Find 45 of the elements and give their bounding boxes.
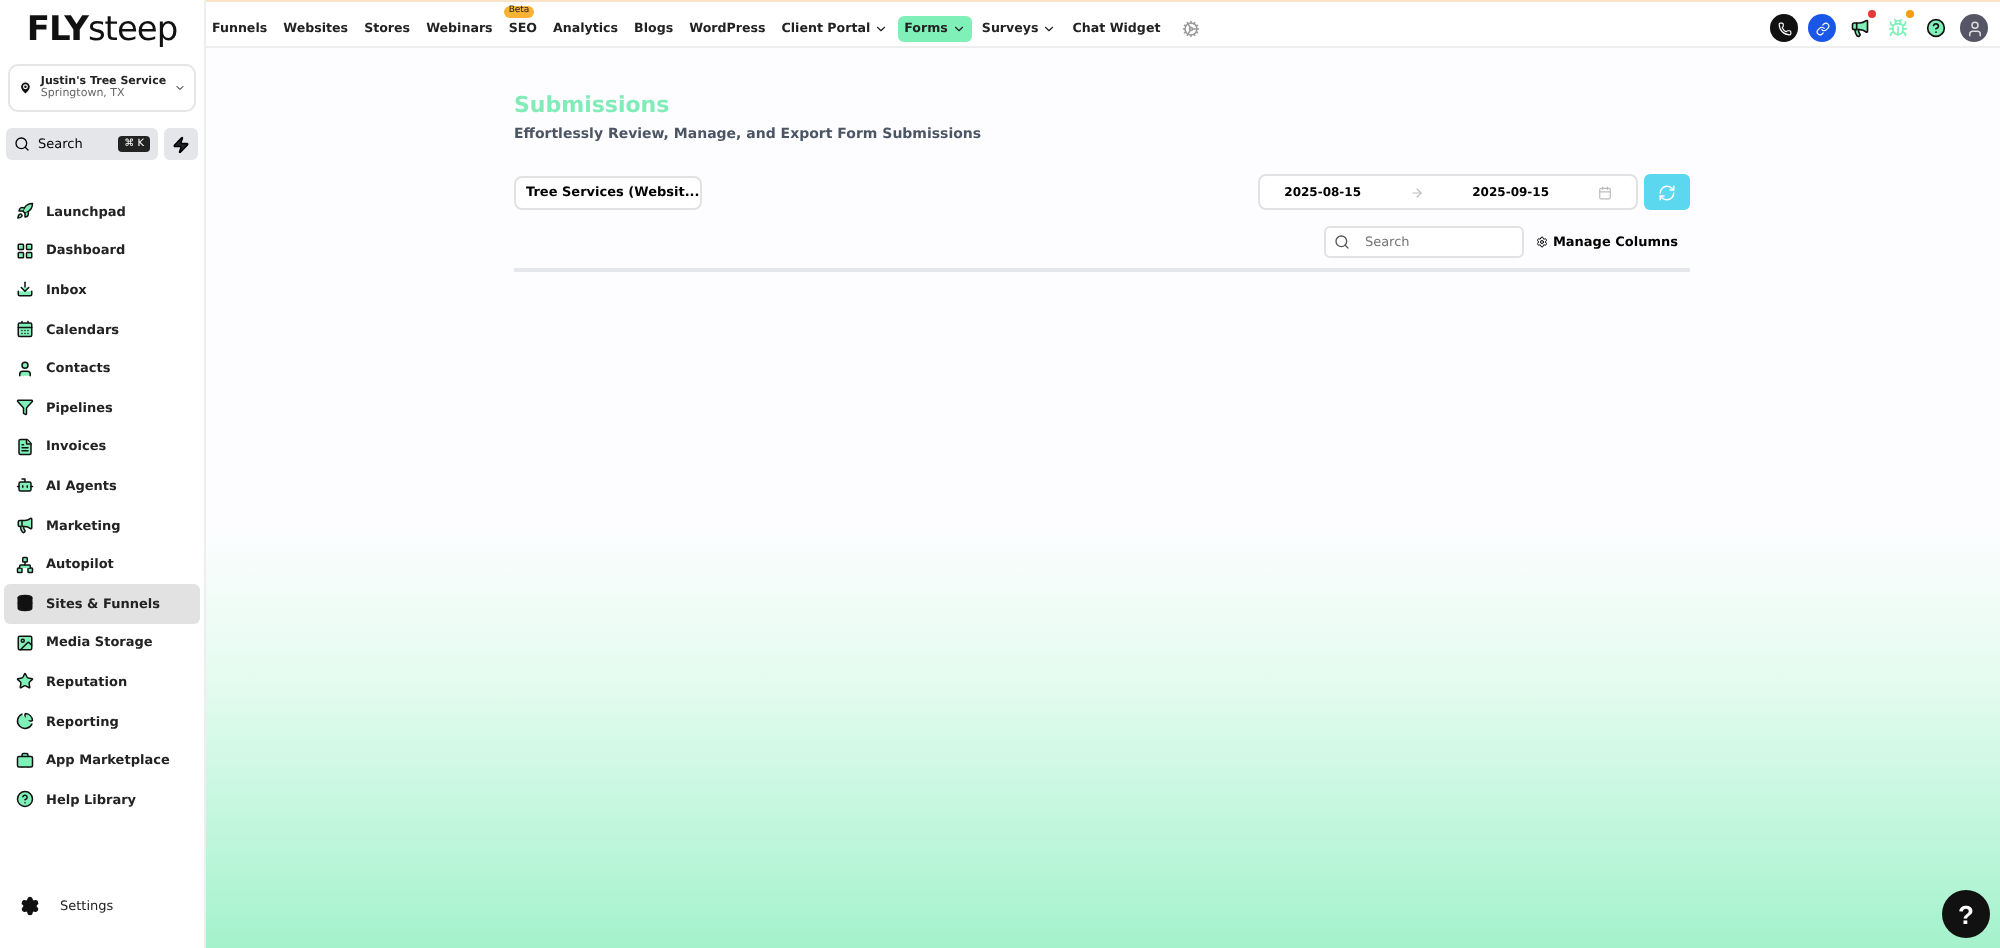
logo: FLYsteep xyxy=(24,8,180,48)
briefcase-icon xyxy=(16,751,34,770)
lightning-icon xyxy=(172,135,190,153)
rocket-icon xyxy=(16,202,34,221)
quick-action-button[interactable] xyxy=(164,128,198,160)
settings-icon xyxy=(1536,236,1549,248)
funnel-icon xyxy=(16,398,34,417)
avatar[interactable] xyxy=(1960,14,1988,42)
link-button[interactable] xyxy=(1808,14,1836,42)
image-icon xyxy=(16,633,34,652)
chevron-down-icon xyxy=(1042,21,1057,35)
search-icon xyxy=(14,136,30,152)
chevron-down-icon xyxy=(874,21,889,35)
link-icon xyxy=(1815,21,1829,35)
calendar-icon xyxy=(16,320,34,339)
document-icon xyxy=(16,437,34,456)
refresh-icon xyxy=(1658,183,1676,201)
network-icon xyxy=(16,555,34,574)
chevron-down-icon xyxy=(174,80,186,96)
chevron-down-icon xyxy=(951,21,966,35)
notification-dot xyxy=(1906,10,1914,18)
megaphone-icon xyxy=(1850,18,1870,38)
help-icon xyxy=(16,790,34,809)
notification-dot xyxy=(1868,10,1876,18)
download-icon xyxy=(16,280,34,299)
user-icon xyxy=(16,359,34,378)
map-pin-icon xyxy=(18,78,33,98)
help-button[interactable] xyxy=(1922,14,1950,42)
help-icon xyxy=(1926,18,1946,38)
settings-icon xyxy=(20,896,40,916)
arrow-right-icon xyxy=(1409,185,1424,199)
phone-button[interactable] xyxy=(1770,14,1798,42)
pie-chart-icon xyxy=(16,712,34,731)
megaphone-button[interactable] xyxy=(1846,14,1874,42)
grid-icon xyxy=(16,241,34,260)
database-icon xyxy=(16,594,34,613)
star-icon xyxy=(16,672,34,691)
bug-icon xyxy=(1888,18,1908,38)
settings-icon[interactable] xyxy=(1182,19,1201,37)
calendar-icon xyxy=(1597,185,1612,199)
robot-icon xyxy=(16,476,34,495)
page-title: Submissions xyxy=(514,92,672,118)
user-silhouette-icon xyxy=(1965,19,1983,37)
megaphone-icon xyxy=(16,516,34,535)
phone-icon xyxy=(1777,21,1791,35)
